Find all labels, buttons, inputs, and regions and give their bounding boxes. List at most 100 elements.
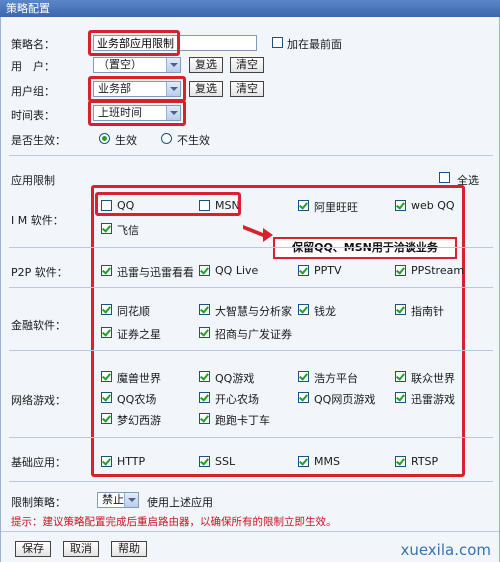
highlight-policy-name <box>88 30 180 56</box>
app-checkbox-qqlive[interactable] <box>199 265 210 276</box>
divider <box>9 155 493 156</box>
enabled-label: 是否生效： <box>11 134 66 147</box>
app-label-menghuan: 梦幻西游 <box>117 414 161 427</box>
user-clear-button[interactable]: 清空 <box>230 57 264 73</box>
user-select-value: （置空） <box>98 58 142 71</box>
divider <box>9 481 493 482</box>
enabled-off-radio[interactable] <box>161 133 172 144</box>
category-label-basic: 基础应用： <box>11 456 66 469</box>
app-label-qqfarm: QQ农场 <box>117 393 157 406</box>
app-checkbox-webqq[interactable] <box>395 200 406 211</box>
add-top-label: 加在最前面 <box>287 38 342 51</box>
app-label-ssl: SSL <box>215 455 236 468</box>
group-label: 用户组： <box>11 85 55 98</box>
app-checkbox-tonghuashun[interactable] <box>101 304 112 315</box>
policy-name-label: 策略名： <box>11 38 55 51</box>
app-checkbox-dazhihui[interactable] <box>199 304 210 315</box>
app-label-http: HTTP <box>117 455 146 468</box>
app-label-qqlive: QQ Live <box>215 264 259 277</box>
app-label-xunlei: 迅雷与迅雷看看 <box>117 266 194 279</box>
highlight-qq-msn <box>95 192 241 216</box>
category-label-finance: 金融软件： <box>11 319 66 332</box>
app-label-pptv: PPTV <box>314 264 342 277</box>
app-label-qqwebgame: QQ网页游戏 <box>314 393 376 406</box>
user-label: 用 户： <box>11 60 55 73</box>
app-checkbox-zhinanzhen[interactable] <box>395 304 406 315</box>
app-checkbox-aliwangwang[interactable] <box>298 200 309 211</box>
app-checkbox-xunleigame[interactable] <box>395 392 406 403</box>
divider <box>9 437 493 438</box>
enabled-on-label: 生效 <box>115 134 137 147</box>
add-top-checkbox[interactable] <box>272 37 283 48</box>
schedule-label: 时间表： <box>11 109 55 122</box>
enabled-on-radio[interactable] <box>99 133 110 144</box>
limit-policy-select[interactable]: 禁止 <box>97 492 139 508</box>
app-checkbox-pptv[interactable] <box>298 265 309 276</box>
app-label-fetion: 飞信 <box>117 224 139 237</box>
cancel-button[interactable]: 取消 <box>63 541 99 557</box>
app-checkbox-fetion[interactable] <box>101 223 112 234</box>
app-label-zhaoshang: 招商与广发证券 <box>215 328 292 341</box>
annotation-callout: 保留QQ、MSN用于洽谈业务 <box>273 237 457 259</box>
app-label-qianlong: 钱龙 <box>314 305 336 318</box>
app-checkbox-qqwebgame[interactable] <box>298 392 309 403</box>
app-checkbox-xunlei[interactable] <box>101 265 112 276</box>
app-label-kaixinfarm: 开心农场 <box>215 393 259 406</box>
hint-text: 提示：建议策略配置完成后重启路由器，以确保所有的限制立即生效。 <box>11 516 337 528</box>
app-checkbox-paopao[interactable] <box>199 413 210 424</box>
enabled-off-label: 不生效 <box>177 134 210 147</box>
chevron-down-icon <box>124 493 138 507</box>
app-checkbox-kaixinfarm[interactable] <box>199 392 210 403</box>
policy-config-panel: 策略名： 加在最前面 用 户： （置空） 复选 清空 用户组： 业务部 复选 清… <box>0 17 500 562</box>
select-all-checkbox[interactable] <box>439 172 450 183</box>
app-checkbox-qianlong[interactable] <box>298 304 309 315</box>
highlight-group <box>88 76 186 102</box>
app-checkbox-zhaoshang[interactable] <box>199 327 210 338</box>
app-label-zhengquanzhixing: 证券之星 <box>117 328 161 341</box>
divider <box>1 531 499 532</box>
save-button[interactable]: 保存 <box>15 541 51 557</box>
category-label-p2p: P2P 软件： <box>11 266 68 279</box>
app-label-lianzhong: 联众世界 <box>411 372 455 385</box>
app-label-xunleigame: 迅雷游戏 <box>411 393 455 406</box>
divider <box>9 287 493 288</box>
category-label-im: I M 软件： <box>11 214 64 227</box>
app-checkbox-ppstream[interactable] <box>395 265 406 276</box>
app-label-haofang: 浩方平台 <box>314 372 358 385</box>
highlight-schedule <box>88 100 186 126</box>
app-checkbox-menghuan[interactable] <box>101 413 112 424</box>
app-checkbox-qqgame[interactable] <box>199 371 210 382</box>
limit-policy-label: 限制策略： <box>11 496 66 509</box>
app-checkbox-lianzhong[interactable] <box>395 371 406 382</box>
app-label-tonghuashun: 同花顺 <box>117 305 150 318</box>
app-checkbox-zhengquanzhixing[interactable] <box>101 327 112 338</box>
app-checkbox-http[interactable] <box>101 456 112 467</box>
help-button[interactable]: 帮助 <box>111 541 147 557</box>
chevron-down-icon <box>166 58 180 72</box>
window-title: 策略配置 <box>0 0 500 17</box>
app-checkbox-haofang[interactable] <box>298 371 309 382</box>
app-label-qqgame: QQ游戏 <box>215 372 255 385</box>
app-checkbox-rtsp[interactable] <box>395 456 406 467</box>
group-copy-button[interactable]: 复选 <box>189 81 223 97</box>
limit-policy-suffix: 使用上述应用 <box>147 496 213 509</box>
group-clear-button[interactable]: 清空 <box>230 81 264 97</box>
app-checkbox-qqfarm[interactable] <box>101 392 112 403</box>
divider <box>9 350 493 351</box>
app-label-ppstream: PPStream <box>411 264 465 277</box>
app-checkbox-mms[interactable] <box>298 456 309 467</box>
user-select[interactable]: （置空） <box>93 57 181 73</box>
app-label-mms: MMS <box>314 455 340 468</box>
watermark: xuexila.com <box>400 541 491 559</box>
app-limit-label: 应用限制 <box>11 174 55 187</box>
app-label-rtsp: RTSP <box>411 455 439 468</box>
limit-policy-value: 禁止 <box>102 493 124 506</box>
app-label-webqq: web QQ <box>411 199 455 212</box>
app-checkbox-ssl[interactable] <box>199 456 210 467</box>
app-label-zhinanzhen: 指南针 <box>411 305 444 318</box>
app-checkbox-wow[interactable] <box>101 371 112 382</box>
divider <box>9 247 493 248</box>
app-label-dazhihui: 大智慧与分析家 <box>215 305 292 318</box>
user-copy-button[interactable]: 复选 <box>189 57 223 73</box>
callout-arrow <box>243 225 273 242</box>
